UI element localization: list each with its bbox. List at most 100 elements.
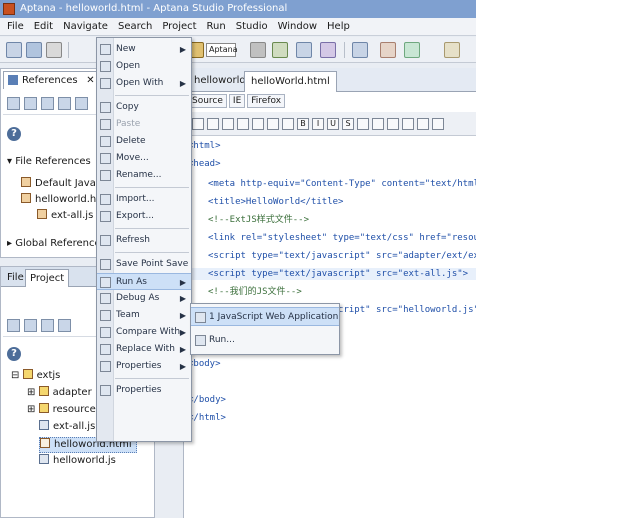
- menu-item-open-with[interactable]: Open With ▶: [97, 75, 191, 92]
- help-icon[interactable]: ?: [7, 127, 21, 141]
- menu-item-label: Compare With: [116, 327, 181, 337]
- italic-icon[interactable]: I: [312, 117, 324, 130]
- menu-file[interactable]: File: [2, 18, 29, 36]
- collapse-all-icon[interactable]: [58, 319, 71, 332]
- code-line: <meta http-equiv="Content-Type" content=…: [208, 178, 476, 190]
- tree-item-extjs[interactable]: ⊟ extjs: [11, 369, 60, 383]
- tab-project[interactable]: Project: [25, 269, 70, 287]
- format-icon[interactable]: [402, 117, 414, 130]
- subtab-firefox[interactable]: Firefox: [247, 94, 286, 108]
- format-icon[interactable]: [222, 117, 234, 130]
- search-icon[interactable]: [250, 42, 266, 58]
- submenu-arrow-icon: ▶: [179, 79, 186, 88]
- menu-search[interactable]: Search: [113, 18, 157, 36]
- folder-icon: [38, 403, 49, 413]
- code-line: <title>HelloWorld</title>: [208, 196, 343, 208]
- format-icon[interactable]: [282, 117, 294, 130]
- menu-edit[interactable]: Edit: [29, 18, 58, 36]
- menu-item-save-point-save[interactable]: Save Point Save: [97, 256, 191, 273]
- up-icon[interactable]: [41, 319, 54, 332]
- menu-project[interactable]: Project: [157, 18, 201, 36]
- format-icon[interactable]: [237, 117, 249, 130]
- menu-item-replace-with[interactable]: Replace With ▶: [97, 341, 191, 358]
- run-icon[interactable]: [296, 42, 312, 58]
- web-preview-icon[interactable]: [380, 42, 396, 58]
- menu-item-new[interactable]: New ▶: [97, 41, 191, 58]
- menu-studio[interactable]: Studio: [231, 18, 273, 36]
- menu-help[interactable]: Help: [322, 18, 355, 36]
- tree-item-resources[interactable]: ⊞ resources: [27, 403, 101, 417]
- new-file-icon[interactable]: [6, 42, 22, 58]
- format-icon[interactable]: [357, 117, 369, 130]
- refresh-icon[interactable]: [7, 97, 20, 110]
- save-icon[interactable]: [26, 42, 42, 58]
- menu-item-export[interactable]: Export...: [97, 208, 191, 225]
- code-line: </body>: [188, 394, 226, 406]
- menu-item-import[interactable]: Import...: [97, 191, 191, 208]
- submenu-item-run[interactable]: Run...: [191, 331, 339, 350]
- format-icon[interactable]: [207, 117, 219, 130]
- bold-icon[interactable]: B: [297, 117, 309, 130]
- menu-item-run-as[interactable]: Run As ▶: [97, 273, 191, 290]
- move-up-icon[interactable]: [58, 97, 71, 110]
- format-icon[interactable]: [252, 117, 264, 130]
- menu-window[interactable]: Window: [273, 18, 322, 36]
- tree-item-ext-all-js[interactable]: ext-all.js: [39, 420, 95, 434]
- menu-item-properties[interactable]: Properties ▶: [97, 358, 191, 375]
- menu-item-copy[interactable]: Copy: [97, 99, 191, 116]
- submenu-item-1-javascript-web-application[interactable]: 1 JavaScript Web Application: [191, 307, 339, 326]
- navigate-icon[interactable]: [444, 42, 460, 58]
- format-icon[interactable]: [417, 117, 429, 130]
- toolbar-separator: [344, 42, 345, 58]
- help-icon[interactable]: ?: [7, 347, 21, 361]
- menu-item-refresh[interactable]: Refresh: [97, 232, 191, 249]
- menu-item-open[interactable]: Open: [97, 58, 191, 75]
- menu-item-delete[interactable]: Delete: [97, 133, 191, 150]
- move-down-icon[interactable]: [75, 97, 88, 110]
- menu-item-team[interactable]: Team ▶: [97, 307, 191, 324]
- print-icon[interactable]: [46, 42, 62, 58]
- menu-run[interactable]: Run: [202, 18, 231, 36]
- format-icon[interactable]: [432, 117, 444, 130]
- close-icon[interactable]: ✕: [86, 72, 94, 89]
- code-text: <script type="text/javascript" src="adap…: [208, 251, 476, 261]
- folder-icon: [38, 386, 49, 396]
- add-icon[interactable]: [24, 97, 37, 110]
- menu-item-label: Rename...: [116, 170, 162, 180]
- underline-icon[interactable]: U: [327, 117, 339, 130]
- menu-item-properties[interactable]: Properties: [97, 382, 191, 399]
- format-icon[interactable]: [267, 117, 279, 130]
- format-icon[interactable]: [387, 117, 399, 130]
- link-icon[interactable]: [352, 42, 368, 58]
- menu-item-paste[interactable]: Paste: [97, 116, 191, 133]
- tree-item-adapter[interactable]: ⊞ adapter: [27, 386, 92, 400]
- format-icon[interactable]: [192, 117, 204, 130]
- browser-icon[interactable]: [404, 42, 420, 58]
- tree-item-label: ext-all.js: [53, 421, 96, 432]
- perspective-selector[interactable]: Aptana: [206, 43, 238, 57]
- code-line: <body>: [188, 358, 221, 370]
- external-tools-icon[interactable]: [320, 42, 336, 58]
- remove-icon[interactable]: [41, 97, 54, 110]
- open-icon: [100, 61, 111, 72]
- subtab-ie[interactable]: IE: [228, 94, 246, 108]
- debug-icon[interactable]: [272, 42, 288, 58]
- subtab-source[interactable]: Source: [188, 94, 227, 108]
- menu-item-move[interactable]: Move...: [97, 150, 191, 167]
- back-icon[interactable]: [7, 319, 20, 332]
- tree-item-ext-all-js[interactable]: ext-all.js: [37, 209, 93, 223]
- menu-navigate[interactable]: Navigate: [58, 18, 113, 36]
- tab-references[interactable]: References ✕: [3, 71, 101, 89]
- tab-helloworld-html[interactable]: helloWorld.html: [244, 71, 337, 92]
- strike-icon[interactable]: S: [342, 117, 354, 130]
- menu-item-debug-as[interactable]: Debug As ▶: [97, 290, 191, 307]
- file-references-section[interactable]: ▾ File References: [7, 155, 91, 169]
- global-references-section[interactable]: ▸ Global References: [7, 237, 106, 251]
- menu-item-rename[interactable]: Rename...: [97, 167, 191, 184]
- format-icon[interactable]: [372, 117, 384, 130]
- references-icon: [8, 75, 18, 85]
- forward-icon[interactable]: [24, 319, 37, 332]
- menu-item-compare-with[interactable]: Compare With ▶: [97, 324, 191, 341]
- tree-item-helloworld-js[interactable]: helloworld.js: [39, 454, 116, 468]
- submenu-arrow-icon: ▶: [179, 45, 186, 54]
